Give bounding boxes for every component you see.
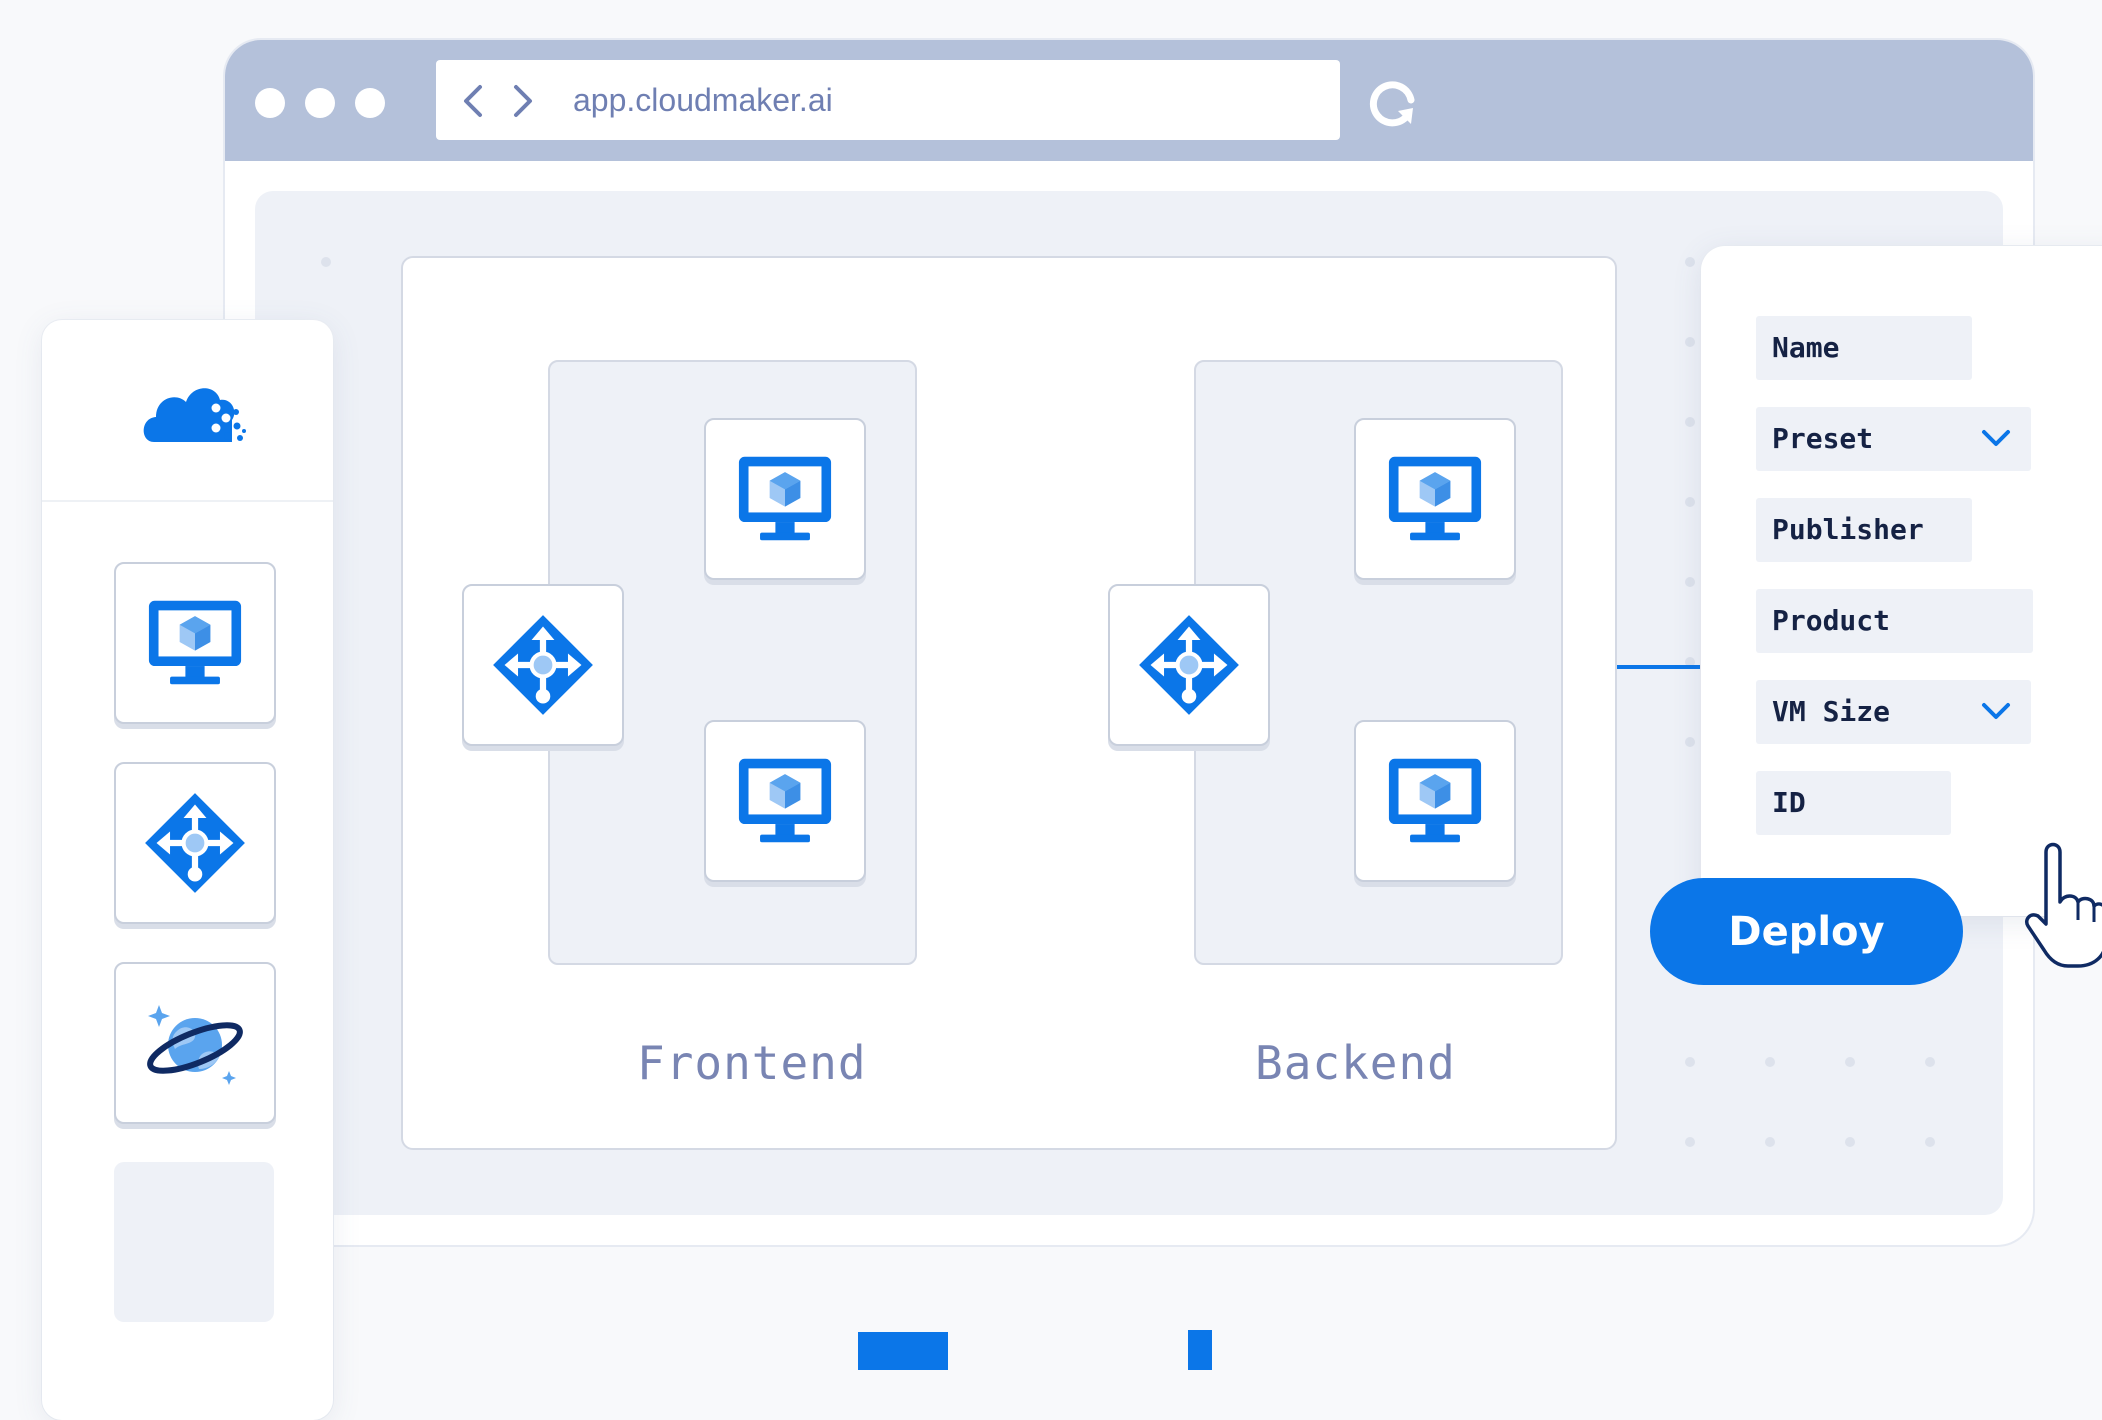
architecture-diagram[interactable]: Frontend Backend [401, 256, 1617, 1150]
deploy-button[interactable]: Deploy [1650, 878, 1963, 985]
product-field-label: Product [1772, 604, 1891, 637]
backend-group-label: Backend [1255, 1036, 1456, 1090]
properties-panel: Name Preset Publisher Product VM Size ID [1701, 246, 2102, 916]
component-sidebar [42, 320, 333, 1420]
vm-size-dropdown-label: VM Size [1772, 695, 1891, 728]
vm-size-dropdown[interactable]: VM Size [1756, 680, 2031, 744]
publisher-field-label: Publisher [1772, 513, 1924, 546]
id-field[interactable]: ID [1756, 771, 1951, 835]
cosmos-db-icon [147, 1005, 243, 1085]
id-field-label: ID [1772, 786, 1806, 819]
hand-pointer-icon [2025, 842, 2102, 968]
palette-empty-slot[interactable] [114, 1162, 274, 1322]
backend-vm-node[interactable] [1354, 720, 1516, 882]
chevron-down-icon[interactable] [1981, 429, 2011, 449]
name-field[interactable]: Name [1756, 316, 1972, 380]
headline-fragment [858, 1330, 1212, 1370]
sidebar-divider [42, 500, 333, 502]
load-balancer-icon [1137, 613, 1241, 717]
preset-dropdown-label: Preset [1772, 422, 1874, 455]
virtual-machine-icon [737, 753, 833, 849]
product-field[interactable]: Product [1756, 589, 2033, 653]
virtual-machine-icon [1387, 753, 1483, 849]
palette-item-cosmos-db[interactable] [114, 962, 276, 1124]
name-field-label: Name [1772, 331, 1840, 364]
chevron-down-icon[interactable] [1981, 702, 2011, 722]
backend-load-balancer-node[interactable] [1108, 584, 1270, 746]
frontend-load-balancer-node[interactable] [462, 584, 624, 746]
load-balancer-icon [143, 791, 247, 895]
palette-item-virtual-machine[interactable] [114, 562, 276, 724]
palette-item-load-balancer[interactable] [114, 762, 276, 924]
backend-vm-node[interactable] [1354, 418, 1516, 580]
load-balancer-icon [491, 613, 595, 717]
frontend-vm-node[interactable] [704, 418, 866, 580]
frontend-vm-node[interactable] [704, 720, 866, 882]
publisher-field[interactable]: Publisher [1756, 498, 1972, 562]
virtual-machine-icon [1387, 451, 1483, 547]
virtual-machine-icon [147, 595, 243, 691]
frontend-group-label: Frontend [637, 1036, 867, 1090]
virtual-machine-icon [737, 451, 833, 547]
cloud-logo-icon [143, 388, 246, 442]
preset-dropdown[interactable]: Preset [1756, 407, 2031, 471]
